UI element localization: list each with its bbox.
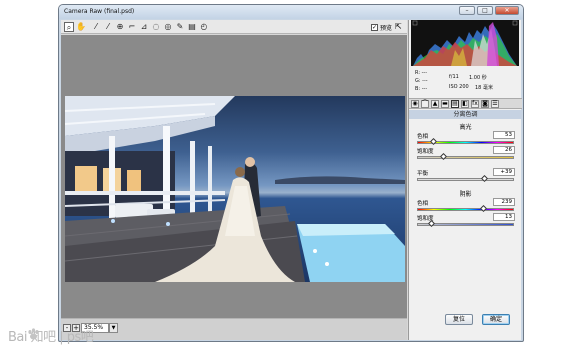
crop-tool-icon[interactable]: ⌐: [127, 22, 137, 32]
tab-tone-curve[interactable]: ⌒: [421, 99, 429, 108]
balance-slider[interactable]: [417, 174, 514, 183]
status-bar: - + 35.5% ▼: [61, 318, 407, 340]
window-title: Camera Raw (final.psd): [64, 8, 135, 15]
balance-knob[interactable]: [480, 174, 489, 183]
rotate-icon[interactable]: ◴: [199, 22, 209, 32]
preview-canvas[interactable]: [61, 35, 407, 318]
b-value: B: ---: [415, 86, 428, 92]
aperture-value: f/11: [449, 74, 459, 80]
g-value: G: ---: [415, 78, 428, 84]
sh-hue-knob[interactable]: [479, 204, 488, 213]
focal-length-value: 18 毫米: [475, 85, 493, 91]
hl-sat-knob[interactable]: [439, 152, 448, 161]
hl-hue-label: 色相: [417, 134, 429, 140]
wedding-photo-illustration: [65, 96, 405, 282]
preview-label: 预览: [380, 25, 393, 32]
zoom-dropdown-icon[interactable]: ▼: [109, 323, 118, 333]
sh-hue-label: 色相: [417, 201, 429, 207]
zoom-tool-icon[interactable]: ⌕: [64, 22, 74, 32]
client-area: ⌕ ✋ ⁄ ⁄ ⊕ ⌐ ⊿ ◌ ◎ ✎ ▤ ◴ ✓ 预览 ⇱ - + 35.5%…: [61, 20, 522, 340]
sh-sat-slider[interactable]: [417, 219, 514, 228]
shadows-title: 阴影: [459, 191, 472, 198]
tab-detail[interactable]: ▲: [431, 99, 439, 108]
adjustments-panel: R: --- G: --- B: --- f/11 1.00 秒 ISO 200…: [408, 20, 522, 340]
tab-presets[interactable]: ☰: [491, 99, 499, 108]
hl-hue-slider[interactable]: [417, 137, 514, 146]
r-value: R: ---: [415, 70, 428, 76]
hl-hue-knob[interactable]: [429, 137, 438, 146]
preview-image: [65, 96, 405, 282]
adjustment-brush-icon[interactable]: ✎: [175, 22, 185, 32]
tab-effects[interactable]: fx: [471, 99, 479, 108]
close-button[interactable]: ✕: [495, 6, 519, 15]
shutter-value: 1.00 秒: [469, 75, 487, 81]
tab-split-toning[interactable]: ▤: [451, 99, 459, 108]
camera-raw-window: Camera Raw (final.psd) – □ ✕ ⌕ ✋ ⁄ ⁄ ⊕ ⌐…: [58, 4, 524, 342]
graduated-filter-icon[interactable]: ▤: [187, 22, 197, 32]
histogram-graph: [412, 20, 518, 66]
straighten-tool-icon[interactable]: ⊿: [139, 22, 149, 32]
sh-hue-field[interactable]: 239: [493, 198, 515, 206]
ok-button[interactable]: 确定: [482, 314, 510, 325]
hl-hue-field[interactable]: 53: [493, 131, 515, 139]
minimize-button[interactable]: –: [459, 6, 475, 15]
white-balance-tool-icon[interactable]: ⁄: [91, 22, 101, 32]
panel-tabs: ◉ ⌒ ▲ ▬ ▤ ◧ fx ◙ ☰: [409, 98, 522, 109]
red-eye-tool-icon[interactable]: ◎: [163, 22, 173, 32]
hand-tool-icon[interactable]: ✋: [76, 22, 86, 32]
highlights-title: 高光: [459, 124, 472, 131]
sh-sat-field[interactable]: 13: [493, 213, 515, 221]
hl-sat-field[interactable]: 26: [493, 146, 515, 154]
hl-sat-label: 饱和度: [417, 149, 434, 155]
preview-checkbox[interactable]: ✓: [371, 24, 378, 31]
tab-camera-calibration[interactable]: ◙: [481, 99, 489, 108]
sh-hue-slider[interactable]: [417, 204, 514, 213]
preview-toggle[interactable]: ✓ 预览: [371, 23, 392, 32]
tab-hsl[interactable]: ▬: [441, 99, 449, 108]
info-readout: R: --- G: --- B: --- f/11 1.00 秒 ISO 200…: [411, 68, 519, 96]
toolbar: ⌕ ✋ ⁄ ⁄ ⊕ ⌐ ⊿ ◌ ◎ ✎ ▤ ◴ ✓ 预览 ⇱: [61, 20, 407, 34]
histogram: [411, 20, 519, 66]
watermark: Bai 知吧 | ps吧: [8, 330, 94, 345]
targeted-adjustment-tool-icon[interactable]: ⊕: [115, 22, 125, 32]
title-bar[interactable]: Camera Raw (final.psd) – □ ✕: [59, 5, 523, 19]
maximize-button[interactable]: □: [477, 6, 493, 15]
balance-label: 平衡: [417, 171, 429, 177]
spot-removal-tool-icon[interactable]: ◌: [151, 22, 161, 32]
reset-button[interactable]: 复位: [445, 314, 473, 325]
fullscreen-icon[interactable]: ⇱: [395, 22, 405, 32]
tab-lens[interactable]: ◧: [461, 99, 469, 108]
iso-value: ISO 200: [449, 84, 469, 90]
baidu-paw-icon: [28, 328, 39, 340]
window-controls: – □ ✕: [459, 6, 519, 15]
balance-field[interactable]: +39: [493, 168, 515, 176]
hl-sat-slider[interactable]: [417, 152, 514, 161]
section-title: 分离色调: [409, 110, 522, 119]
tab-basic[interactable]: ◉: [411, 99, 419, 108]
color-sampler-tool-icon[interactable]: ⁄: [103, 22, 113, 32]
